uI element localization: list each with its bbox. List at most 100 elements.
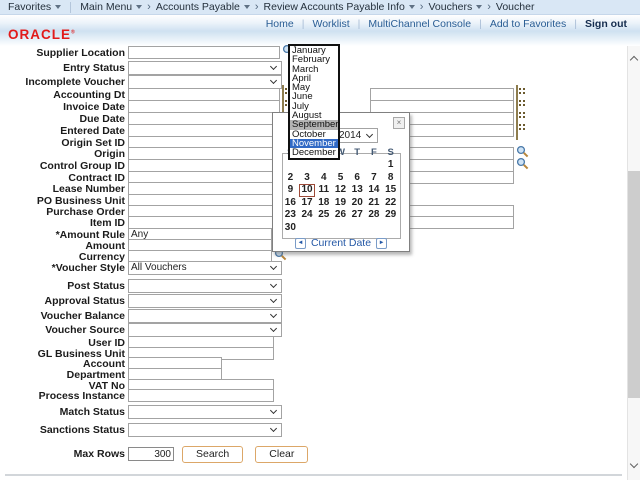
- action-row: Max Rows 300 Search Clear: [0, 445, 308, 463]
- calendar-days: 1234567891011121314151617181920212223242…: [282, 159, 399, 234]
- form-row-supplier-location: Supplier Location: [0, 46, 295, 59]
- max-rows-label: Max Rows: [0, 448, 125, 460]
- voucher-style-select-value: All Vouchers: [131, 262, 187, 273]
- voucher-balance-select[interactable]: [128, 309, 282, 323]
- calendar-day-20[interactable]: 20: [349, 197, 366, 210]
- form-row-voucher-style: *Voucher Style All Vouchers: [0, 261, 282, 274]
- lookup-icon[interactable]: [516, 157, 529, 175]
- form-row-match-status: Match Status: [0, 405, 282, 418]
- calendar-day-4[interactable]: 4: [315, 172, 332, 185]
- origin-label: Origin: [0, 148, 125, 160]
- scroll-up-icon[interactable]: [630, 56, 638, 64]
- calendar-day-14[interactable]: 14: [366, 184, 383, 197]
- control-group-id-label: Control Group ID: [0, 160, 125, 172]
- chevron-down-icon: [270, 425, 277, 432]
- voucher-style-label: *Voucher Style: [0, 262, 125, 274]
- voucher-balance-label: Voucher Balance: [0, 310, 125, 322]
- search-button[interactable]: Search: [182, 446, 243, 463]
- invoice-date-label: Invoice Date: [0, 101, 125, 113]
- sanctions-status-select[interactable]: [128, 423, 282, 437]
- calendar-day-empty: [366, 222, 383, 235]
- calendar-day-28[interactable]: 28: [366, 209, 383, 222]
- approval-status-label: Approval Status: [0, 295, 125, 307]
- match-status-label: Match Status: [0, 406, 125, 418]
- incomplete-voucher-label: Incomplete Voucher: [0, 76, 125, 88]
- supplier-location-label: Supplier Location: [0, 47, 125, 59]
- clear-button[interactable]: Clear: [255, 446, 308, 463]
- chevron-down-icon: [270, 296, 277, 303]
- chevron-down-icon: [270, 311, 277, 318]
- calendar-icon[interactable]: [516, 122, 518, 140]
- application-window: FavoritesMain Menu›Accounts Payable›Revi…: [0, 0, 640, 480]
- current-date-link[interactable]: Current Date: [311, 237, 371, 249]
- calendar-day-3[interactable]: 3: [299, 172, 316, 185]
- scrollbar-thumb[interactable]: [628, 171, 640, 398]
- max-rows-input[interactable]: 300: [128, 447, 174, 461]
- form-row-voucher-balance: Voucher Balance: [0, 309, 282, 322]
- calendar-day-26[interactable]: 26: [332, 209, 349, 222]
- post-status-label: Post Status: [0, 280, 125, 292]
- calendar-day-2[interactable]: 2: [282, 172, 299, 185]
- calendar-day-5[interactable]: 5: [332, 172, 349, 185]
- post-status-select[interactable]: [128, 279, 282, 293]
- calendar-day-22[interactable]: 22: [382, 197, 399, 210]
- calendar-day-17[interactable]: 17: [299, 197, 316, 210]
- voucher-source-select[interactable]: [128, 323, 282, 337]
- calendar-day-empty: [349, 222, 366, 235]
- approval-status-select[interactable]: [128, 294, 282, 308]
- scroll-down-icon[interactable]: [630, 460, 638, 468]
- calendar-day-24[interactable]: 24: [299, 209, 316, 222]
- chevron-down-icon: [270, 63, 277, 70]
- month-dropdown-list: JanuaryFebruaryMarchAprilMayJuneJulyAugu…: [288, 44, 340, 160]
- entry-status-select[interactable]: [128, 61, 282, 75]
- item-id-label: Item ID: [0, 217, 125, 229]
- calendar-footer: ◄ Current Date ►: [273, 237, 409, 249]
- calendar-day-16[interactable]: 16: [282, 197, 299, 210]
- calendar-day-empty: [315, 222, 332, 235]
- calendar-day-1[interactable]: 1: [382, 159, 399, 172]
- calendar-day-empty: [382, 222, 399, 235]
- close-icon[interactable]: ×: [393, 117, 405, 129]
- calendar-day-25[interactable]: 25: [315, 209, 332, 222]
- calendar-day-9[interactable]: 9: [282, 184, 299, 197]
- calendar-day-19[interactable]: 19: [332, 197, 349, 210]
- calendar-day-empty: [332, 159, 349, 172]
- lease-number-label: Lease Number: [0, 183, 125, 195]
- due-date-label: Due Date: [0, 113, 125, 125]
- year-select-value: 2014: [339, 130, 361, 141]
- calendar-day-empty: [332, 222, 349, 235]
- calendar-day-27[interactable]: 27: [349, 209, 366, 222]
- calendar-day-11[interactable]: 11: [315, 184, 332, 197]
- next-month-icon[interactable]: ►: [376, 238, 387, 249]
- calendar-day-18[interactable]: 18: [315, 197, 332, 210]
- prev-month-icon[interactable]: ◄: [295, 238, 306, 249]
- entered-date-label: Entered Date: [0, 125, 125, 137]
- vertical-scrollbar[interactable]: [627, 46, 640, 480]
- calendar-day-empty: [299, 159, 316, 172]
- year-select[interactable]: 2014: [335, 128, 378, 143]
- calendar-day-29[interactable]: 29: [382, 209, 399, 222]
- calendar-day-12[interactable]: 12: [332, 184, 349, 197]
- process-instance-label: Process Instance: [0, 390, 125, 402]
- calendar-day-13[interactable]: 13: [349, 184, 366, 197]
- calendar-day-15[interactable]: 15: [382, 184, 399, 197]
- incomplete-voucher-select[interactable]: [128, 75, 282, 89]
- calendar-day-empty: [299, 222, 316, 235]
- chevron-down-icon: [270, 77, 277, 84]
- calendar-day-empty: [366, 159, 383, 172]
- month-option-december[interactable]: December: [290, 148, 338, 157]
- calendar-day-empty: [282, 159, 299, 172]
- voucher-style-select[interactable]: All Vouchers: [128, 261, 282, 275]
- chevron-down-icon: [270, 263, 277, 270]
- calendar-day-6[interactable]: 6: [349, 172, 366, 185]
- calendar-day-23[interactable]: 23: [282, 209, 299, 222]
- calendar-day-7[interactable]: 7: [366, 172, 383, 185]
- form-row-entry-status: Entry Status: [0, 61, 282, 74]
- supplier-location-input[interactable]: [128, 46, 280, 59]
- match-status-select[interactable]: [128, 405, 282, 419]
- calendar-day-8[interactable]: 8: [382, 172, 399, 185]
- calendar-day-30[interactable]: 30: [282, 222, 299, 235]
- calendar-day-21[interactable]: 21: [366, 197, 383, 210]
- calendar-day-10[interactable]: 10: [299, 184, 316, 197]
- process-instance-input[interactable]: [128, 389, 274, 402]
